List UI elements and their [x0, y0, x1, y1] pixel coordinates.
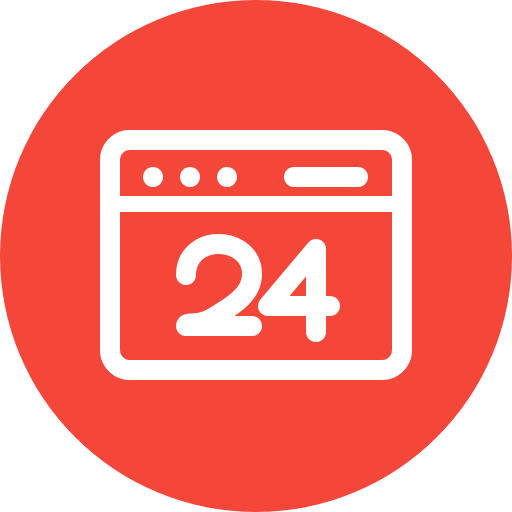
- window-dot-3: [217, 167, 237, 187]
- browser-window-24-icon: 24: [0, 0, 512, 512]
- window-dot-2: [180, 167, 200, 187]
- icon-canvas: 24: [0, 0, 512, 512]
- window-dot-1: [143, 167, 163, 187]
